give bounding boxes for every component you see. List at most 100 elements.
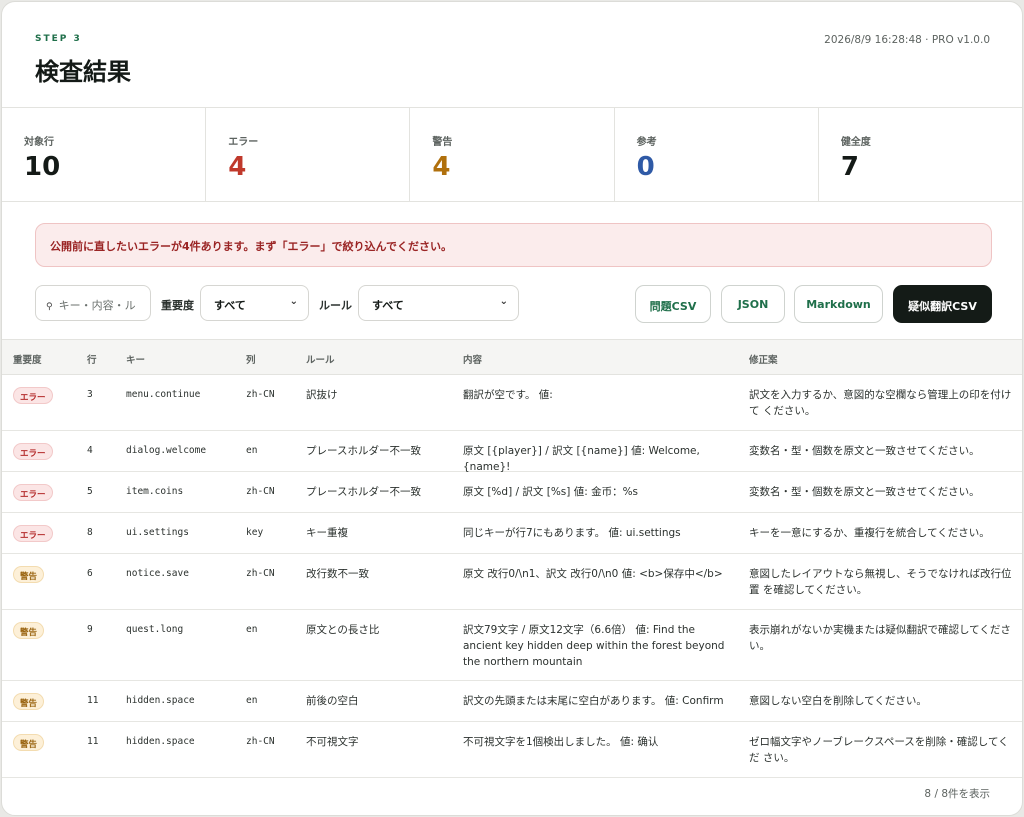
chevron-down-icon: ⌄ xyxy=(289,296,298,307)
stat-value: 0 xyxy=(636,152,655,182)
cell-fix: 訳文を入力するか、意図的な空欄なら管理上の印を付けて ください。 xyxy=(749,389,1012,417)
cell-fix: 意図しない空白を削除してください。 xyxy=(749,695,927,707)
severity-badge: エラー xyxy=(13,484,53,501)
table-row[interactable]: 警告 11 hidden.space en 前後の空白 訳文の先頭または末尾に空白がありま… xyxy=(2,681,1022,722)
stat-health: 健全度 7 xyxy=(819,108,1022,201)
stat-label: エラー xyxy=(228,137,259,148)
column-header-column[interactable]: 列 xyxy=(246,352,256,366)
rule-select[interactable]: すべて ⌄ xyxy=(358,285,519,321)
cell-line: 4 xyxy=(87,445,93,456)
cell-line: 6 xyxy=(87,568,93,579)
search-input[interactable]: ⚲ キー・内容・ル xyxy=(35,285,151,321)
cell-content: 不可視文字を1個検出しました。 値: 确认 xyxy=(463,736,659,748)
severity-select-value: すべて xyxy=(214,299,246,312)
stat-value: 10 xyxy=(24,152,61,182)
table-header: 重要度 行 キー 列 ルール 内容 修正案 xyxy=(2,339,1022,375)
stat-label: 参考 xyxy=(636,137,657,148)
stat-errors: エラー 4 xyxy=(206,108,411,201)
page-header: STEP 3 検査結果 2026/8/9 16:28:48 · PRO v1.0… xyxy=(2,2,1022,108)
cell-line: 11 xyxy=(87,695,99,706)
cell-line: 3 xyxy=(87,389,93,400)
page-title: 検査結果 xyxy=(35,58,131,86)
rule-filter-label: ルール xyxy=(319,299,352,312)
severity-select[interactable]: すべて ⌄ xyxy=(200,285,309,321)
cell-line: 9 xyxy=(87,624,93,635)
cell-line: 11 xyxy=(87,736,99,747)
cell-column: key xyxy=(246,527,264,538)
cell-key: menu.continue xyxy=(126,389,201,400)
column-header-line[interactable]: 行 xyxy=(87,352,97,366)
cell-key: ui.settings xyxy=(126,527,189,538)
cell-rule: 前後の空白 xyxy=(306,695,359,707)
cell-key: notice.save xyxy=(126,568,189,579)
table-row[interactable]: エラー 4 dialog.welcome en プレースホルダー不一致 原文 [{play… xyxy=(2,431,1022,473)
stat-value: 7 xyxy=(840,152,859,182)
table-row[interactable]: エラー 5 item.coins zh-CN プレースホルダー不一致 原文 [%d] / … xyxy=(2,472,1022,513)
cell-column: zh-CN xyxy=(246,389,275,400)
severity-badge: 警告 xyxy=(13,734,45,751)
cell-rule: 不可視文字 xyxy=(306,736,359,748)
error-alert: 公開前に直したいエラーが4件あります。まず「エラー」で絞り込んでください。 xyxy=(35,223,992,267)
table-body: エラー 3 menu.continue zh-CN 訳抜け 翻訳が空です。 値: 訳文を入力… xyxy=(2,375,1022,778)
timestamp-version: 2026/8/9 16:28:48 · PRO v1.0.0 xyxy=(824,34,990,46)
cell-fix: ゼロ幅文字やノーブレークスペースを削除・確認してくだ さい。 xyxy=(749,736,1009,764)
stat-label: 警告 xyxy=(432,137,453,148)
step-label: STEP 3 xyxy=(35,34,82,44)
results-panel: STEP 3 検査結果 2026/8/9 16:28:48 · PRO v1.0… xyxy=(1,1,1023,816)
table-row[interactable]: 警告 11 hidden.space zh-CN 不可視文字 不可視文字を1個検出しました… xyxy=(2,722,1022,778)
column-header-severity[interactable]: 重要度 xyxy=(13,352,42,366)
filter-toolbar: ⚲ キー・内容・ル 重要度 すべて ⌄ ルール すべて ⌄ 問題CSV JSON … xyxy=(35,285,992,323)
cell-fix: 変数名・型・個数を原文と一致させてください。 xyxy=(749,445,980,457)
table-row[interactable]: エラー 8 ui.settings key キー重複 同じキーが行7にもあります。 値: … xyxy=(2,513,1022,554)
cell-fix: 意図したレイアウトなら無視し、そうでなければ改行位置 を確認してください。 xyxy=(749,568,1012,596)
cell-column: zh-CN xyxy=(246,568,275,579)
cell-line: 5 xyxy=(87,486,93,497)
export-pseudo-translation-csv-button[interactable]: 疑似翻訳CSV xyxy=(893,285,992,323)
export-markdown-button[interactable]: Markdown xyxy=(794,285,883,323)
stat-value: 4 xyxy=(228,152,247,182)
column-header-key[interactable]: キー xyxy=(126,352,145,366)
chevron-down-icon: ⌄ xyxy=(499,296,508,307)
table-row[interactable]: 警告 6 notice.save zh-CN 改行数不一致 原文 改行0/\n1、訳文 改… xyxy=(2,554,1022,610)
cell-fix: 変数名・型・個数を原文と一致させてください。 xyxy=(749,486,980,498)
severity-badge: 警告 xyxy=(13,566,45,583)
cell-content: 原文 改行0/\n1、訳文 改行0/\n0 値: <b>保存中</b> xyxy=(463,568,723,580)
table-row[interactable]: エラー 3 menu.continue zh-CN 訳抜け 翻訳が空です。 値: 訳文を入力… xyxy=(2,375,1022,431)
result-count: 8 / 8件を表示 xyxy=(924,788,990,800)
cell-column: zh-CN xyxy=(246,486,275,497)
cell-key: quest.long xyxy=(126,624,184,635)
export-json-button[interactable]: JSON xyxy=(721,285,785,323)
table-row[interactable]: 警告 9 quest.long en 原文との長さ比 訳文79文字 / 原文12文字（6.… xyxy=(2,610,1022,681)
cell-column: en xyxy=(246,624,258,635)
stat-warnings: 警告 4 xyxy=(410,108,615,201)
column-header-rule[interactable]: ルール xyxy=(306,352,335,366)
summary-stats: 対象行 10 エラー 4 警告 4 参考 0 健全度 7 xyxy=(2,108,1022,202)
cell-rule: プレースホルダー不一致 xyxy=(306,486,421,498)
cell-column: en xyxy=(246,695,258,706)
severity-badge: 警告 xyxy=(13,693,45,710)
search-icon: ⚲ xyxy=(46,302,53,312)
cell-content: 翻訳が空です。 値: xyxy=(463,389,553,401)
issues-table: 重要度 行 キー 列 ルール 内容 修正案 エラー 3 menu.continue z… xyxy=(2,339,1022,778)
export-issues-csv-button[interactable]: 問題CSV xyxy=(635,285,711,323)
cell-content: 原文 [{player}] / 訳文 [{name}] 値: Welcome, … xyxy=(463,445,700,473)
cell-rule: 訳抜け xyxy=(306,389,338,401)
stat-label: 健全度 xyxy=(840,137,871,148)
cell-fix: 表示崩れがないか実機または疑似翻訳で確認してくださ い。 xyxy=(749,624,1011,652)
cell-key: dialog.welcome xyxy=(126,445,207,456)
severity-badge: エラー xyxy=(13,443,53,460)
stat-label: 対象行 xyxy=(24,137,54,148)
cell-content: 同じキーが行7にもあります。 値: ui.settings xyxy=(463,527,681,539)
column-header-fix[interactable]: 修正案 xyxy=(749,352,778,366)
stat-info: 参考 0 xyxy=(615,108,819,201)
cell-line: 8 xyxy=(87,527,93,538)
rule-select-value: すべて xyxy=(372,299,404,312)
cell-content: 訳文79文字 / 原文12文字（6.6倍） 値: Find the ancien… xyxy=(463,624,725,668)
severity-badge: 警告 xyxy=(13,622,45,639)
stat-target-rows: 対象行 10 xyxy=(2,108,207,201)
cell-rule: 改行数不一致 xyxy=(306,568,369,580)
column-header-content[interactable]: 内容 xyxy=(463,352,482,366)
search-placeholder: キー・内容・ル xyxy=(58,299,136,312)
cell-column: zh-CN xyxy=(246,736,275,747)
cell-content: 原文 [%d] / 訳文 [%s] 値: 金币：%s xyxy=(463,486,639,498)
